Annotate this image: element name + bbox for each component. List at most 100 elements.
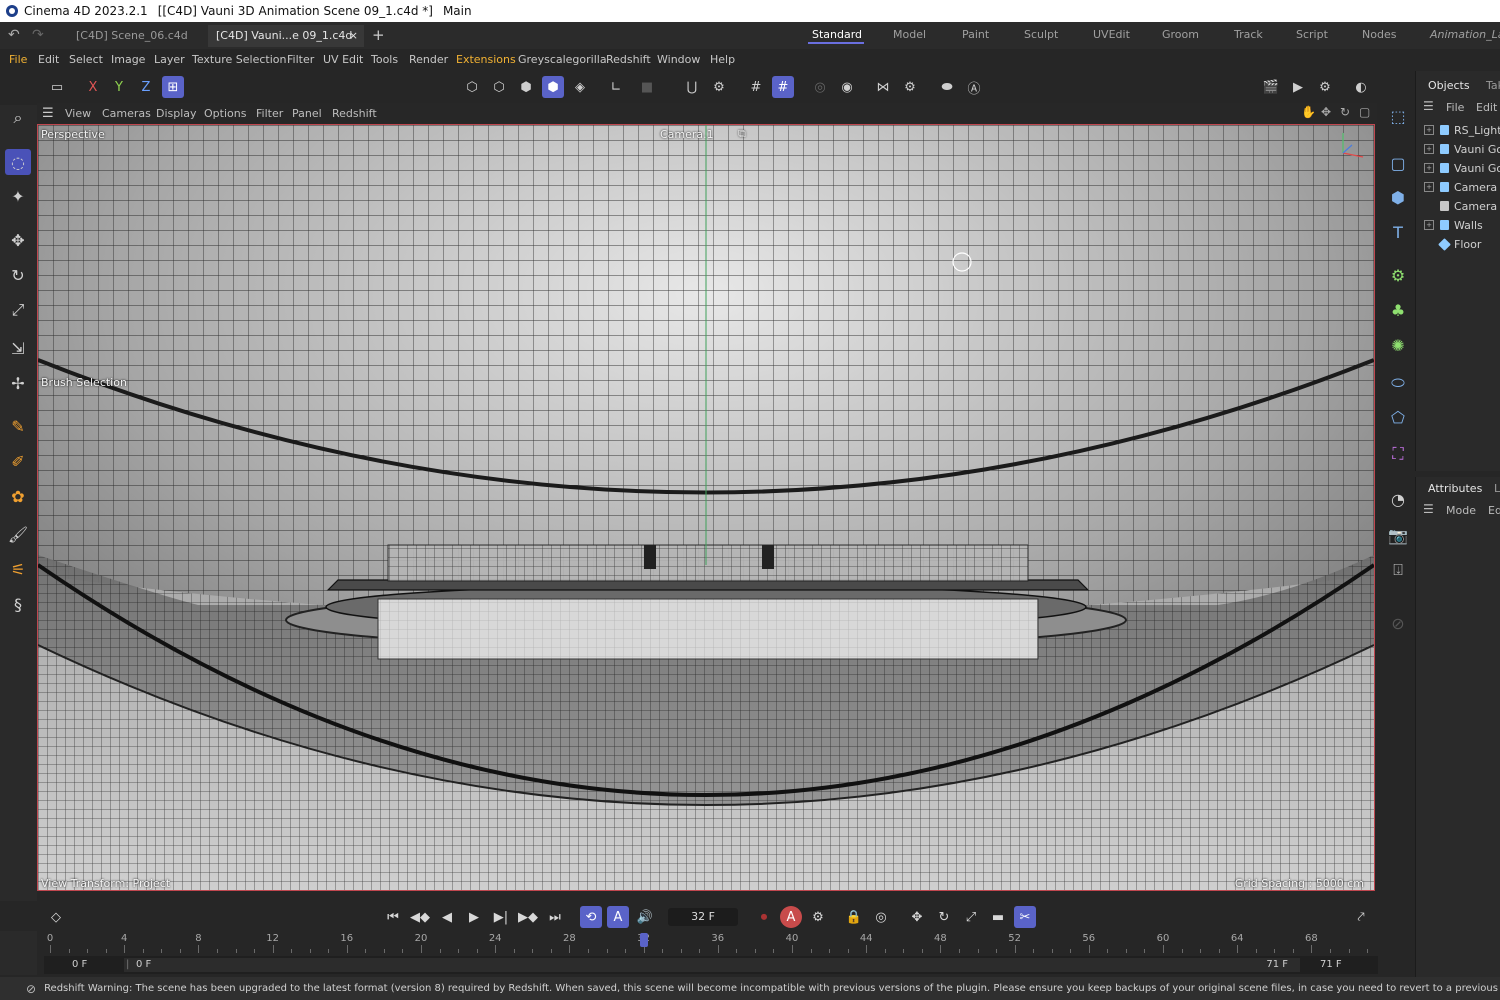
layout-tab-nodes[interactable]: Nodes <box>1362 28 1396 41</box>
vp-menu-panel[interactable]: Panel <box>292 107 322 120</box>
attributes-hamburger-icon[interactable]: ☰ <box>1423 502 1434 516</box>
preview-start-field[interactable]: 0 F <box>136 958 151 972</box>
coordinate-system-icon[interactable]: ⊞ <box>162 76 184 98</box>
object-vauni-gob-2[interactable]: +Vauni Gob <box>1424 159 1500 177</box>
menu-layer[interactable]: Layer <box>154 53 185 66</box>
vp-menu-options[interactable]: Options <box>204 107 246 120</box>
current-frame-field[interactable]: 32 F <box>668 908 738 926</box>
next-key-icon[interactable]: ▶◆ <box>517 906 539 928</box>
layout-tab-animation[interactable]: Animation_Lay <box>1430 28 1500 41</box>
axis-z-toggle[interactable]: Z <box>135 76 157 98</box>
cube-primitive-icon[interactable]: ⬢ <box>1384 183 1412 211</box>
camera-object-icon[interactable]: 📷 <box>1384 521 1412 549</box>
preview-range-bar[interactable]: 0 F | 0 F 71 F 71 F <box>44 956 1378 974</box>
uv-mode-icon[interactable]: ◈ <box>569 76 591 98</box>
menu-tools[interactable]: Tools <box>371 53 398 66</box>
menu-filter[interactable]: Filter <box>287 53 314 66</box>
layout-tab-track[interactable]: Track <box>1234 28 1263 41</box>
brush-tool-icon[interactable]: 🖌 <box>5 521 31 547</box>
axis-y-toggle[interactable]: Y <box>108 76 130 98</box>
takes-tab[interactable]: Tak <box>1486 79 1500 92</box>
new-tab-plus-icon[interactable]: + <box>372 26 385 44</box>
render-settings-icon[interactable]: ⚙ <box>1314 76 1336 98</box>
layout-tab-sculpt[interactable]: Sculpt <box>1024 28 1058 41</box>
snap-settings-icon[interactable]: ⚙ <box>708 76 730 98</box>
live-selection-options-icon[interactable]: ✦ <box>5 183 31 209</box>
layers-tab[interactable]: L <box>1494 482 1500 495</box>
scene-node-icon[interactable]: ⛶ <box>1384 440 1412 468</box>
menu-render[interactable]: Render <box>409 53 448 66</box>
play-icon[interactable]: ▶ <box>463 906 485 928</box>
menu-select[interactable]: Select <box>69 53 103 66</box>
text-object-icon[interactable]: T <box>1384 218 1412 246</box>
preview-range-slider[interactable]: | 0 F 71 F <box>124 958 1300 972</box>
expand-icon[interactable]: + <box>1424 144 1434 154</box>
attributes-menu-edit[interactable]: Edi <box>1488 504 1500 517</box>
magnet-snap-icon[interactable]: ⋃ <box>681 76 703 98</box>
sound-icon[interactable]: 🔊 <box>634 906 656 928</box>
objects-menu-edit[interactable]: Edit <box>1476 101 1497 114</box>
key-interpolation-icon[interactable]: ◎ <box>870 906 892 928</box>
object-camera-2[interactable]: Camera <box>1424 197 1497 215</box>
null-object-icon[interactable]: ⬚ <box>1384 102 1412 130</box>
key-scale-icon[interactable]: ⤢ <box>960 906 982 928</box>
key-pla-icon[interactable]: ✂ <box>1014 906 1036 928</box>
undo-icon[interactable]: ↶ <box>8 27 20 43</box>
grid-snap-icon[interactable]: # <box>745 76 767 98</box>
preview-end-field[interactable]: 71 F <box>1266 958 1288 972</box>
range-end-field[interactable]: 71 F <box>1320 958 1342 972</box>
object-camera-1[interactable]: + Camera <box>1424 178 1497 196</box>
range-start-field[interactable]: 0 F <box>72 958 87 972</box>
light-object-icon[interactable]: ⍗ <box>1384 556 1412 584</box>
texture-mode-icon[interactable]: ■ <box>636 76 658 98</box>
pan-view-icon[interactable]: ✋ <box>1301 105 1316 119</box>
attributes-menu-mode[interactable]: Mode <box>1446 504 1476 517</box>
menu-window[interactable]: Window <box>657 53 700 66</box>
menu-image[interactable]: Image <box>111 53 145 66</box>
doc-tab-scene06[interactable]: [C4D] Scene_06.c4d <box>68 25 198 47</box>
keyframe-diamond-icon[interactable]: ◇ <box>45 906 67 928</box>
deformer-bend-icon[interactable]: ⬭ <box>1384 369 1412 397</box>
layout-tab-groom[interactable]: Groom <box>1162 28 1199 41</box>
menu-help[interactable]: Help <box>710 53 735 66</box>
sketch-tool-icon[interactable]: ✐ <box>5 448 31 474</box>
mirror-settings-icon[interactable]: ⚙ <box>899 76 921 98</box>
timeline-graph-icon[interactable]: ⤤ <box>1350 906 1372 928</box>
magnet-tool-icon[interactable]: § <box>5 591 31 617</box>
selection-tool-icon[interactable]: ◌ <box>5 149 31 175</box>
redo-icon[interactable]: ↷ <box>32 27 44 43</box>
layout-tab-paint[interactable]: Paint <box>962 28 989 41</box>
spline-pen-icon[interactable]: ✎ <box>5 413 31 439</box>
disabled-tool-icon[interactable]: ⊘ <box>1384 609 1412 637</box>
range-grip-left[interactable]: | <box>126 959 129 970</box>
vp-menu-display[interactable]: Display <box>156 107 197 120</box>
menu-uv-edit[interactable]: UV Edit <box>323 53 363 66</box>
knife-tool-icon[interactable]: ⚟ <box>5 556 31 582</box>
menu-greyscalegorilla[interactable]: Greyscalegorilla <box>518 53 607 66</box>
menu-file[interactable]: File <box>9 53 27 66</box>
previous-key-icon[interactable]: ◀◆ <box>409 906 431 928</box>
mirror-icon[interactable]: ⋈ <box>872 76 894 98</box>
placement-tool-icon[interactable]: ✢ <box>5 370 31 396</box>
layout-tab-script[interactable]: Script <box>1296 28 1328 41</box>
expand-icon[interactable]: + <box>1424 163 1434 173</box>
render-view-icon[interactable]: ▶ <box>1287 76 1309 98</box>
keyframe-lock-icon[interactable]: 🔒 <box>843 906 865 928</box>
expand-icon[interactable]: + <box>1424 182 1434 192</box>
key-parameter-icon[interactable]: ▬ <box>987 906 1009 928</box>
object-floor[interactable]: Floor <box>1424 235 1481 253</box>
key-position-icon[interactable]: ✥ <box>906 906 928 928</box>
vp-menu-redshift[interactable]: Redshift <box>332 107 377 120</box>
previous-frame-icon[interactable]: ◀ <box>436 906 458 928</box>
menu-redshift[interactable]: Redshift <box>606 53 651 66</box>
vp-menu-view[interactable]: View <box>65 107 91 120</box>
scale-tool-icon[interactable]: ⤢ <box>5 297 31 323</box>
object-walls[interactable]: + Walls <box>1424 216 1483 234</box>
spline-smooth-icon[interactable]: ✿ <box>5 483 31 509</box>
menu-edit[interactable]: Edit <box>38 53 59 66</box>
cloner-icon[interactable]: ♣ <box>1384 296 1412 324</box>
environment-sky-icon[interactable]: ◔ <box>1384 485 1412 513</box>
key-rotation-icon[interactable]: ↻ <box>933 906 955 928</box>
workplane-snap-icon[interactable]: # <box>772 76 794 98</box>
object-rs-lights[interactable]: +RS_Lights <box>1424 121 1500 139</box>
